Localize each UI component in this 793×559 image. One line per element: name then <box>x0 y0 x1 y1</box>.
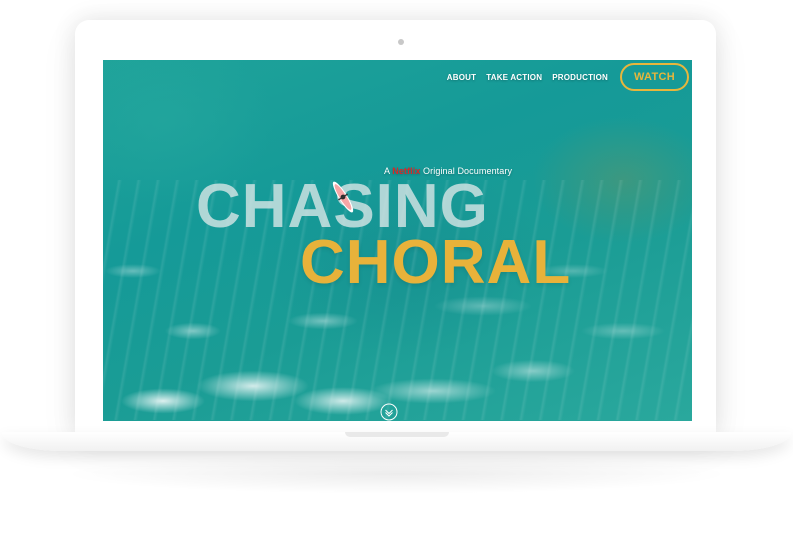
hero-screen: ABOUT TAKE ACTION PRODUCTION WATCH A Net… <box>103 60 692 421</box>
hero-title-line2: CHORAL <box>300 228 572 297</box>
chevron-down-circle-icon[interactable] <box>380 403 398 421</box>
nav-link-about[interactable]: ABOUT <box>447 73 476 82</box>
device-shadow <box>60 454 733 494</box>
nav-link-production[interactable]: PRODUCTION <box>552 73 608 82</box>
laptop-notch <box>345 432 449 437</box>
watch-button[interactable]: WATCH <box>619 63 689 91</box>
top-nav: ABOUT TAKE ACTION PRODUCTION WATCH <box>447 60 692 92</box>
nav-link-take-action[interactable]: TAKE ACTION <box>486 73 542 82</box>
camera-icon <box>398 39 404 45</box>
